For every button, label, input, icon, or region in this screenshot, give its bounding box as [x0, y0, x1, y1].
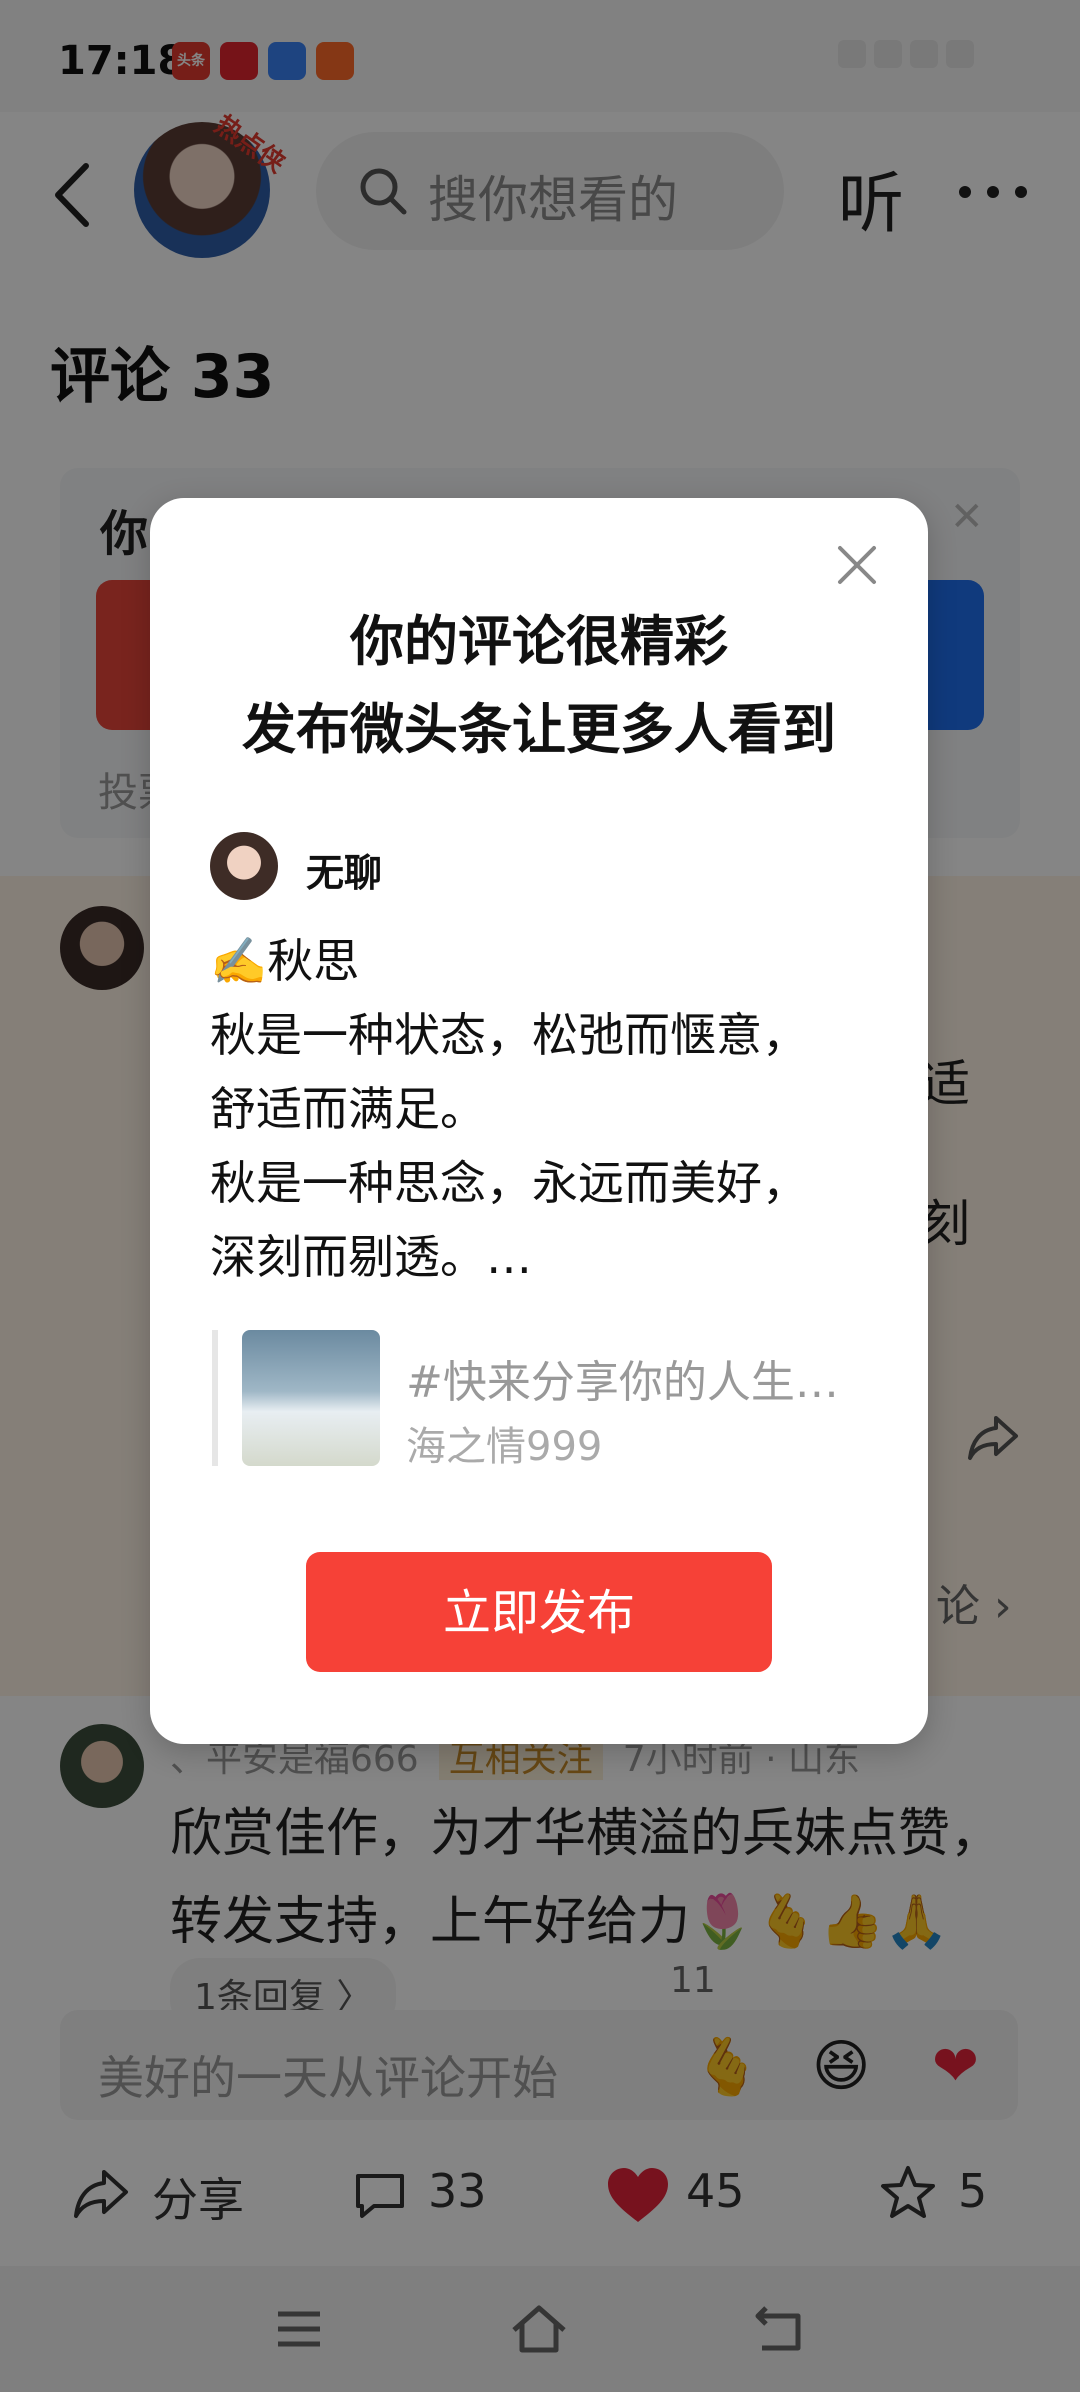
dialog-title-line: 你的评论很精彩	[350, 610, 728, 673]
publish-button[interactable]: 立即发布	[306, 1552, 772, 1672]
quoted-article-title: #快来分享你的人生…	[406, 1357, 839, 1408]
quote-divider	[212, 1330, 218, 1466]
post-body-text: ✍️秋思 秋是一种状态，松弛而惬意， 舒适而满足。 秋是一种思念，永远而美好， …	[210, 934, 808, 1284]
quoted-article-thumbnail	[242, 1330, 380, 1466]
quoted-article-author: 海之情999	[406, 1424, 603, 1470]
post-author-name: 无聊	[306, 851, 383, 895]
close-icon[interactable]	[834, 542, 880, 588]
dialog-title-line: 发布微头条让更多人看到	[242, 698, 836, 761]
dialog-title: 你的评论很精彩 发布微头条让更多人看到	[150, 598, 928, 774]
avatar	[210, 832, 278, 900]
